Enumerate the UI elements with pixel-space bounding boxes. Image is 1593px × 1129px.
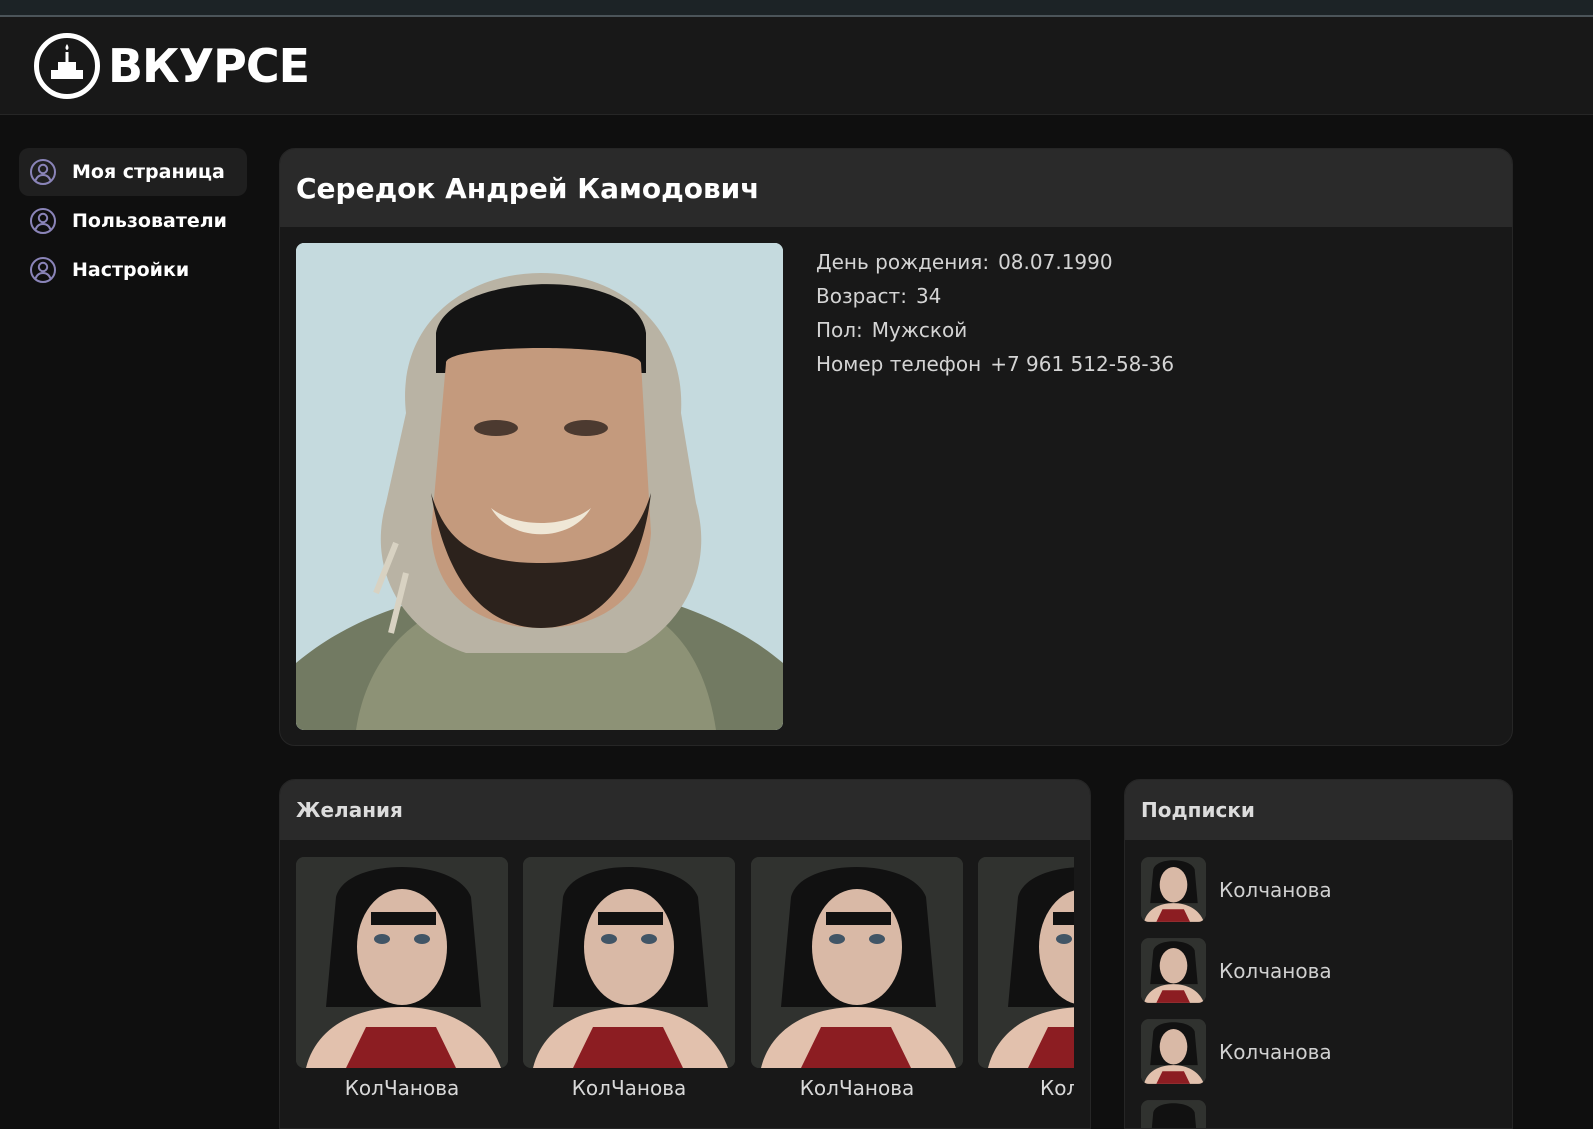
sidebar-item-label: Настройки [72,259,190,281]
profile-card: Середок Андрей Камодович День рождения: … [279,148,1513,746]
sidebar-item-my-page[interactable]: Моя страница [19,148,247,196]
window-top-strip [0,0,1593,17]
avatar [1141,1100,1206,1128]
info-value: 08.07.1990 [998,250,1113,274]
logo[interactable]: ВКУРСЕ [34,33,310,99]
info-label: Номер телефон [816,352,982,376]
sidebar-item-label: Пользователи [72,210,227,232]
info-label: Возраст: [816,284,907,308]
info-gender: Пол: Мужской [816,313,1174,347]
wish-name: КолЧанова [344,1076,460,1100]
info-label: День рождения: [816,250,990,274]
logo-text: ВКУРСЕ [108,39,310,93]
user-circle-icon [28,157,58,187]
subscription-name: Колчанова [1219,1039,1332,1064]
wish-name: КолЧанова [799,1076,915,1100]
wish-image [978,857,1074,1068]
user-circle-icon [28,206,58,236]
avatar [1141,857,1206,922]
subscriptions-card: Подписки Колчанова Колчанова Колчанова [1124,779,1513,1129]
info-value: 34 [915,284,942,308]
subscription-item[interactable]: Колчанова [1141,857,1332,922]
subscriptions-title: Подписки [1141,798,1255,822]
wishes-card: Желания КолЧанова КолЧанова КолЧанова Ко… [279,779,1091,1129]
avatar [1141,1019,1206,1084]
info-age: Возраст: 34 [816,279,1174,313]
wishes-card-header: Желания [280,780,1090,840]
wish-image [523,857,735,1068]
wish-name: Кол [1040,1076,1074,1100]
wish-name: КолЧанова [571,1076,687,1100]
wish-item[interactable]: КолЧанова [523,857,735,1100]
wish-item[interactable]: КолЧанова [751,857,963,1100]
sidebar-item-settings[interactable]: Настройки [19,246,247,294]
cake-icon [34,33,100,99]
profile-card-header: Середок Андрей Камодович [280,149,1512,227]
wish-item[interactable]: Кол [978,857,1074,1100]
subscription-item[interactable] [1141,1100,1206,1128]
info-label: Пол: [816,318,863,342]
wish-item[interactable]: КолЧанова [296,857,508,1100]
app-header: ВКУРСЕ [0,17,1593,115]
wishes-title: Желания [296,798,403,822]
subscription-item[interactable]: Колчанова [1141,938,1332,1003]
sidebar: Моя страница Пользователи Настройки [19,148,247,295]
sidebar-item-users[interactable]: Пользователи [19,197,247,245]
info-value: Мужской [871,318,968,342]
wish-image [296,857,508,1068]
subscriptions-card-header: Подписки [1125,780,1512,840]
info-phone: Номер телефон +7 961 512-58-36 [816,347,1174,381]
wish-image [751,857,963,1068]
info-value: +7 961 512-58-36 [990,352,1175,376]
sidebar-item-label: Моя страница [72,161,225,183]
wishes-carousel[interactable]: КолЧанова КолЧанова КолЧанова Кол [296,857,1074,1117]
user-circle-icon [28,255,58,285]
info-birthday: День рождения: 08.07.1990 [816,245,1174,279]
profile-photo[interactable] [296,243,783,730]
profile-name: Середок Андрей Камодович [296,171,760,205]
subscription-name: Колчанова [1219,958,1332,983]
subscription-item[interactable]: Колчанова [1141,1019,1332,1084]
subscription-name: Колчанова [1219,877,1332,902]
profile-info: День рождения: 08.07.1990 Возраст: 34 По… [816,245,1174,381]
avatar [1141,938,1206,1003]
